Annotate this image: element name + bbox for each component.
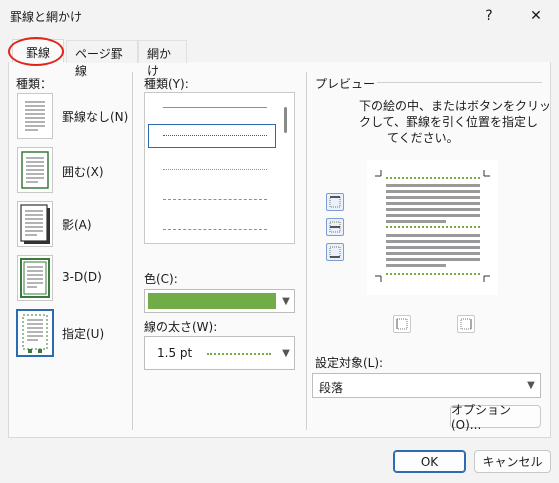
top-border-icon [329, 196, 341, 208]
right-border-icon [460, 318, 472, 330]
tab-page-border[interactable]: ページ罫線 [66, 40, 138, 78]
setting-3d-label[interactable]: 3-D(D) [62, 270, 102, 284]
width-dropdown[interactable]: 1.5 pt ▼ [144, 336, 295, 370]
tab-shading[interactable]: 網かけ [138, 40, 187, 78]
line-style-dashed[interactable] [163, 199, 267, 200]
chevron-down-icon[interactable]: ▼ [522, 374, 540, 397]
left-border-icon [396, 318, 408, 330]
window-title: 罫線と網かけ [10, 10, 83, 24]
line-style-dash-dot[interactable] [163, 229, 267, 230]
apply-to-dropdown[interactable]: 段落 ▼ [312, 373, 541, 398]
inside-horizontal-border-icon [329, 221, 341, 233]
color-swatch [148, 293, 276, 309]
apply-to-value: 段落 [319, 381, 344, 395]
setting-custom-label[interactable]: 指定(U) [62, 325, 104, 342]
preview-instruction-2: クして、罫線を引く位置を指定し [359, 115, 539, 129]
preview-heading: プレビュー [315, 77, 376, 91]
top-border-button[interactable] [326, 193, 344, 211]
inside-border-button[interactable] [326, 218, 344, 236]
chevron-down-icon[interactable]: ▼ [277, 290, 295, 312]
preview-area[interactable] [367, 160, 498, 295]
line-style-dotted-green[interactable] [163, 169, 267, 170]
style-heading: 種類(Y): [144, 77, 189, 91]
scrollbar-thumb[interactable] [284, 107, 287, 133]
cancel-button[interactable]: キャンセル [474, 450, 551, 473]
preview-instruction-3: てください。 [387, 131, 459, 145]
bottom-border-icon [329, 246, 341, 258]
setting-shadow-icon[interactable] [17, 201, 53, 247]
ok-button[interactable]: OK [393, 450, 466, 473]
setting-box-label[interactable]: 囲む(X) [62, 163, 104, 180]
bottom-border-button[interactable] [326, 243, 344, 261]
apply-to-label: 設定対象(L): [315, 356, 384, 370]
setting-custom-icon[interactable] [16, 309, 54, 357]
line-style-selected[interactable] [148, 124, 276, 148]
chevron-down-icon[interactable]: ▼ [277, 337, 295, 369]
setting-shadow-label[interactable]: 影(A) [62, 216, 92, 233]
highlight-ring [8, 37, 64, 66]
help-button[interactable]: ? [466, 0, 512, 32]
divider [132, 72, 133, 430]
color-dropdown[interactable]: ▼ [144, 289, 295, 313]
setting-box-icon[interactable] [17, 147, 53, 193]
setting-none-label[interactable]: 罫線なし(N) [62, 108, 128, 125]
setting-3d-icon[interactable] [17, 255, 53, 301]
left-border-button[interactable] [393, 315, 411, 333]
width-value: 1.5 pt [157, 346, 193, 360]
line-style-solid[interactable] [163, 107, 267, 108]
setting-heading: 種類： [16, 77, 53, 91]
preview-instruction-1: 下の絵の中、またはボタンをクリッ [359, 99, 552, 113]
setting-none-icon[interactable] [17, 93, 53, 139]
width-label: 線の太さ(W): [144, 320, 218, 334]
title-bar: 罫線と網かけ ? ✕ [0, 0, 559, 32]
close-button[interactable]: ✕ [513, 0, 559, 32]
width-sample-line [207, 353, 271, 355]
right-border-button[interactable] [457, 315, 475, 333]
color-label: 色(C): [144, 272, 178, 286]
divider [306, 72, 307, 430]
options-button[interactable]: オプション(O)... [450, 403, 541, 432]
line-style-list[interactable] [144, 92, 295, 244]
color-swatch-fill [148, 293, 276, 309]
line-style-dotted[interactable] [163, 135, 267, 136]
preview-heading-rule [377, 82, 542, 83]
